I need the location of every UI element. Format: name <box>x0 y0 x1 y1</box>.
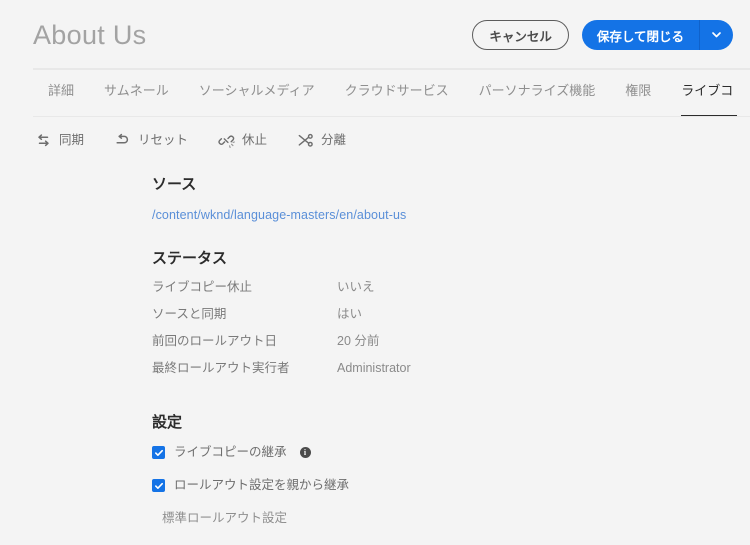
tab-social-media[interactable]: ソーシャルメディア <box>199 70 315 97</box>
tab-details[interactable]: 詳細 <box>48 70 74 97</box>
sync-label: 同期 <box>59 132 85 147</box>
status-label: 最終ロールアウト実行者 <box>152 361 290 375</box>
inherit-rollout-config-checkbox[interactable] <box>152 479 165 492</box>
suspend-button[interactable]: 休止 <box>216 129 269 152</box>
standard-rollout-config-item: 標準ロールアウト設定 <box>162 511 288 525</box>
page-header: About Us キャンセル 保存して閉じる <box>0 0 750 70</box>
status-label: ライブコピー休止 <box>152 280 253 294</box>
table-row: ライブコピー休止 いいえ <box>152 280 411 307</box>
status-value: はい <box>337 307 363 321</box>
cancel-button[interactable]: キャンセル <box>472 20 569 50</box>
tab-personalization[interactable]: パーソナライズ機能 <box>479 70 596 97</box>
tab-thumbnail[interactable]: サムネール <box>104 70 169 97</box>
settings-heading: 設定 <box>152 414 183 431</box>
header-actions: キャンセル 保存して閉じる <box>472 20 733 50</box>
save-split-button: 保存して閉じる <box>581 20 733 50</box>
save-and-close-button[interactable]: 保存して閉じる <box>581 20 699 50</box>
status-heading: ステータス <box>152 250 228 267</box>
broken-link-icon <box>218 132 235 149</box>
inherit-live-copy-checkbox[interactable] <box>152 446 165 459</box>
status-label: ソースと同期 <box>152 307 227 321</box>
status-value: 20 分前 <box>337 334 380 348</box>
save-options-button[interactable] <box>699 20 733 50</box>
tab-bar-divider <box>33 116 750 117</box>
inherit-live-copy-row[interactable]: ライブコピーの継承 i <box>152 446 750 459</box>
table-row: 前回のロールアウト日 20 分前 <box>152 334 411 361</box>
reset-label: リセット <box>138 132 189 147</box>
page-title: About Us <box>33 19 147 50</box>
status-value: いいえ <box>337 280 375 294</box>
source-heading: ソース <box>152 176 197 193</box>
tab-live-copy[interactable]: ライブコ <box>681 70 738 117</box>
suspend-label: 休止 <box>242 132 268 147</box>
inherit-rollout-config-row[interactable]: ロールアウト設定を親から継承 <box>152 479 750 492</box>
inherit-rollout-config-label: ロールアウト設定を親から継承 <box>174 478 350 493</box>
sync-icon <box>35 132 52 149</box>
chevron-down-icon <box>711 28 722 43</box>
source-path-link[interactable]: /content/wknd/language-masters/en/about-… <box>152 208 406 222</box>
live-copy-toolbar: 同期 リセット 休止 分離 <box>0 118 750 162</box>
tab-cloud-services[interactable]: クラウドサービス <box>345 70 449 97</box>
scissors-icon <box>297 132 314 149</box>
status-label: 前回のロールアウト日 <box>152 334 278 348</box>
table-row: ソースと同期 はい <box>152 307 411 334</box>
live-copy-panel: ソース /content/wknd/language-masters/en/ab… <box>0 162 750 525</box>
inherit-live-copy-label: ライブコピーの継承 <box>174 445 287 460</box>
reset-button[interactable]: リセット <box>112 129 190 152</box>
status-value: Administrator <box>337 361 411 375</box>
detach-button[interactable]: 分離 <box>295 129 348 152</box>
status-table: ライブコピー休止 いいえ ソースと同期 はい 前回のロールアウト日 20 分前 … <box>152 280 411 388</box>
table-row: 最終ロールアウト実行者 Administrator <box>152 361 411 388</box>
tab-permissions[interactable]: 権限 <box>625 70 651 97</box>
sync-button[interactable]: 同期 <box>33 129 86 152</box>
tab-bar[interactable]: ト 詳細 サムネール ソーシャルメディア クラウドサービス パーソナライズ機能 … <box>0 70 750 118</box>
detach-label: 分離 <box>321 132 347 147</box>
reset-icon <box>114 132 131 149</box>
info-icon[interactable]: i <box>299 447 311 458</box>
